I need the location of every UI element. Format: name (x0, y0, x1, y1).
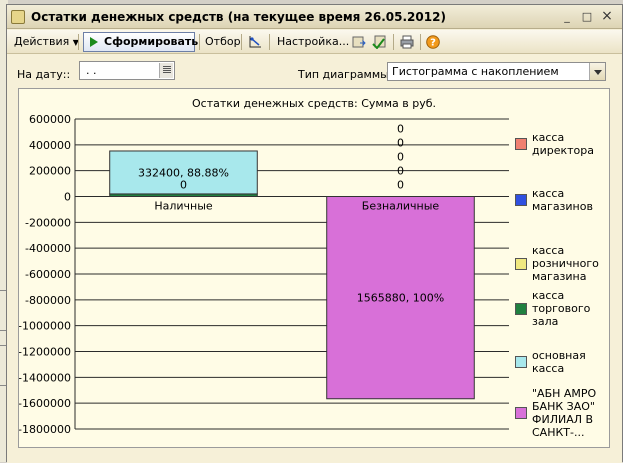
y-tick-label: 200000 (29, 165, 71, 178)
svg-text:?: ? (430, 38, 436, 49)
y-tick-label: 600000 (29, 113, 71, 126)
actions-label: Действия (14, 35, 70, 48)
filter-button[interactable]: Отбор (205, 33, 241, 51)
y-tick-label: -400000 (25, 242, 71, 255)
legend-label: касса торгового зала (532, 289, 591, 328)
legend-label: касса директора (532, 131, 595, 157)
axes-scale-icon[interactable] (248, 35, 262, 49)
legend-swatch (515, 194, 527, 206)
minimize-button[interactable]: _ (559, 9, 575, 25)
print-icon[interactable] (400, 35, 414, 49)
y-tick-label: 400000 (29, 139, 71, 152)
data-label: 0 (397, 179, 404, 192)
y-tick-label: -1600000 (19, 397, 71, 410)
legend-swatch (515, 257, 527, 270)
date-value: . . (86, 64, 97, 77)
category-label: Наличные (154, 200, 213, 213)
date-label: На дату:: (17, 68, 71, 81)
actions-menu[interactable]: Действия ▼ (14, 33, 79, 51)
maximize-button[interactable]: □ (579, 9, 595, 25)
data-label: 0 (180, 179, 187, 192)
chart-type-label: Тип диаграммы: (298, 68, 393, 81)
data-label: 1565880, 100% (357, 292, 444, 305)
data-label: 0 (397, 151, 404, 164)
data-label: 332400, 88.88% (138, 166, 229, 179)
window-title: Остатки денежных средств (на текущее вре… (31, 10, 446, 24)
restore-settings-icon[interactable] (372, 35, 386, 49)
legend-label: основная касса (532, 349, 586, 375)
data-label: 0 (397, 123, 404, 136)
report-window: Остатки денежных средств (на текущее вре… (6, 4, 623, 463)
category-label: Безналичные (362, 200, 440, 213)
legend-label: касса розничного магазина (532, 244, 599, 283)
y-tick-label: -200000 (25, 216, 71, 229)
y-tick-label: -1000000 (19, 320, 71, 333)
chart-panel: Остатки денежных средств: Сумма в руб. 6… (18, 88, 610, 448)
generate-label: Сформировать (104, 35, 199, 48)
legend-swatch (515, 407, 527, 419)
data-label: 0 (397, 137, 404, 150)
y-tick-label: -600000 (25, 268, 71, 281)
settings-button[interactable]: Настройка... (277, 33, 349, 51)
chart-type-value: Гистограмма с накоплением (392, 65, 559, 78)
legend-swatch (515, 138, 527, 150)
close-button[interactable]: × (599, 9, 615, 25)
legend-swatch (515, 302, 527, 315)
title-bar[interactable]: Остатки денежных средств (на текущее вре… (7, 5, 622, 29)
date-field[interactable]: . . (79, 61, 175, 80)
legend-swatch (515, 356, 527, 368)
calendar-icon[interactable] (159, 63, 173, 78)
legend-label: касса магазинов (532, 187, 593, 213)
status-strip (7, 451, 622, 463)
y-tick-label: 0 (64, 191, 71, 204)
generate-report-button[interactable]: Сформировать (83, 32, 199, 52)
save-settings-icon[interactable] (352, 35, 366, 49)
y-tick-label: -1400000 (19, 371, 71, 384)
play-icon (90, 37, 98, 47)
y-tick-label: -800000 (25, 294, 71, 307)
legend-label: "АБН АМРО БАНК ЗАО" ФИЛИАЛ В САНКТ-... (532, 387, 597, 439)
help-icon[interactable]: ? (426, 35, 440, 49)
chevron-down-icon[interactable] (589, 63, 605, 80)
chart-type-select[interactable]: Гистограмма с накоплением (387, 62, 606, 81)
report-icon (11, 10, 25, 24)
toolbar: Действия ▼ Сформировать Отбор Настройка.… (7, 30, 622, 54)
filter-row: На дату:: . . Тип диаграммы: Гистограмма… (7, 55, 622, 91)
data-label: 0 (397, 165, 404, 178)
y-tick-label: -1200000 (19, 346, 71, 359)
y-tick-label: -1800000 (19, 423, 71, 436)
